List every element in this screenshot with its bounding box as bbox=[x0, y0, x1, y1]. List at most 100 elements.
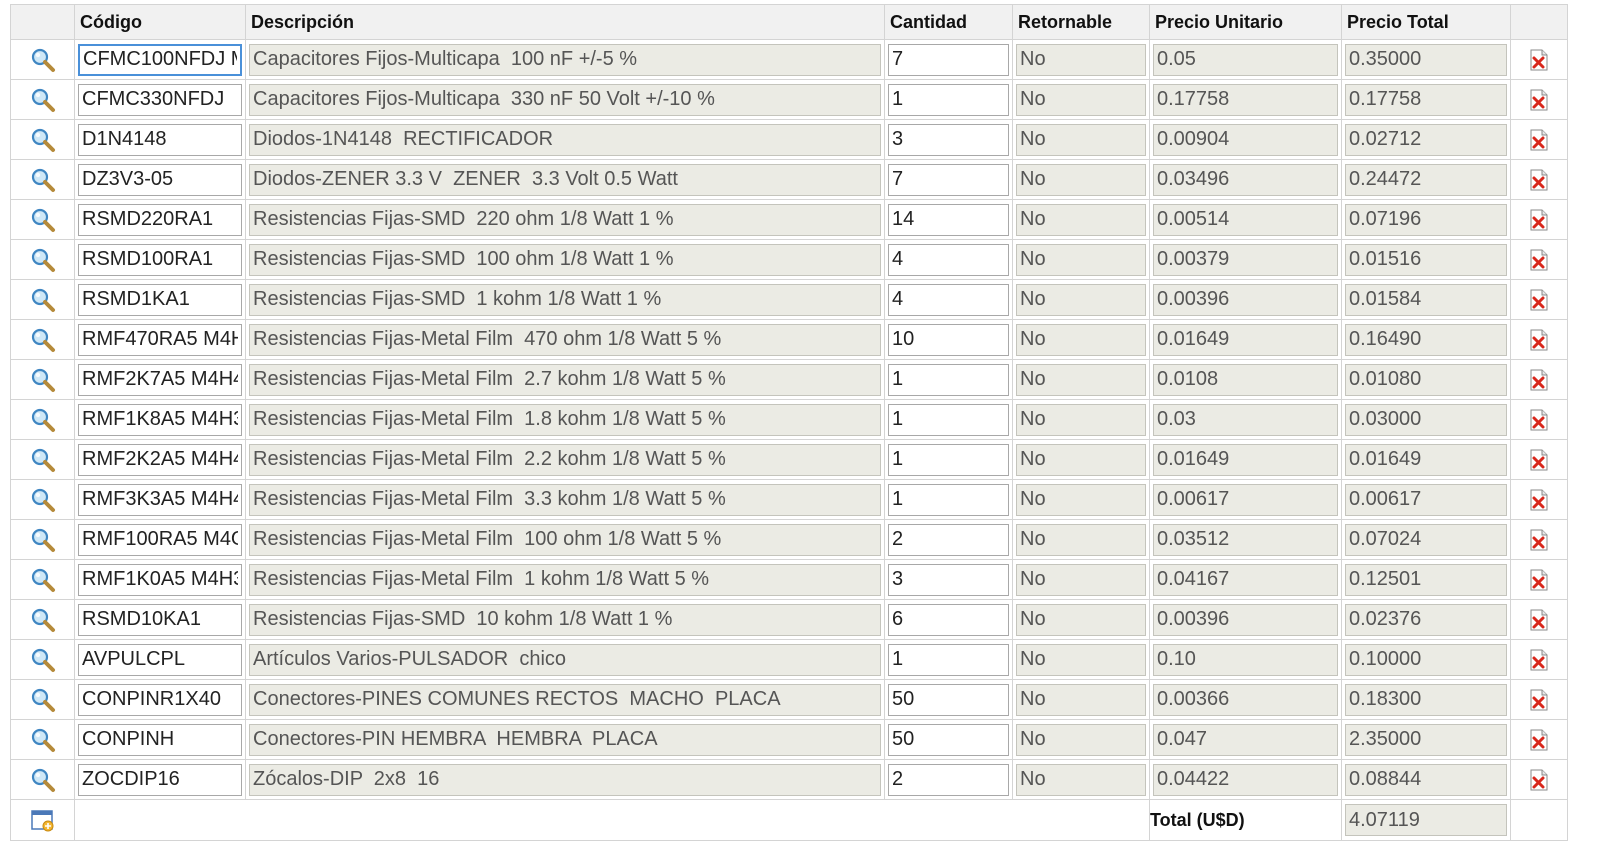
search-cell[interactable] bbox=[10, 439, 75, 480]
delete-cell[interactable] bbox=[1510, 719, 1568, 760]
delete-cell[interactable] bbox=[1510, 159, 1568, 200]
cantidad-input[interactable] bbox=[888, 123, 1009, 156]
delete-icon[interactable] bbox=[1529, 769, 1549, 791]
search-cell[interactable] bbox=[10, 759, 75, 800]
search-icon[interactable] bbox=[30, 687, 56, 713]
delete-icon[interactable] bbox=[1529, 569, 1549, 591]
delete-icon[interactable] bbox=[1529, 409, 1549, 431]
search-cell[interactable] bbox=[10, 239, 75, 280]
cantidad-input[interactable] bbox=[888, 563, 1009, 596]
search-icon[interactable] bbox=[30, 407, 56, 433]
delete-cell[interactable] bbox=[1510, 639, 1568, 680]
search-icon[interactable] bbox=[30, 367, 56, 393]
search-cell[interactable] bbox=[10, 719, 75, 760]
cantidad-input[interactable] bbox=[888, 83, 1009, 116]
cantidad-input[interactable] bbox=[888, 243, 1009, 276]
search-cell[interactable] bbox=[10, 279, 75, 320]
search-icon[interactable] bbox=[30, 567, 56, 593]
codigo-input[interactable] bbox=[78, 403, 242, 436]
search-cell[interactable] bbox=[10, 559, 75, 600]
cantidad-input[interactable] bbox=[888, 643, 1009, 676]
delete-cell[interactable] bbox=[1510, 399, 1568, 440]
cantidad-input[interactable] bbox=[888, 43, 1009, 76]
codigo-input[interactable] bbox=[78, 563, 242, 596]
search-cell[interactable] bbox=[10, 479, 75, 520]
search-icon[interactable] bbox=[30, 727, 56, 753]
delete-cell[interactable] bbox=[1510, 79, 1568, 120]
delete-cell[interactable] bbox=[1510, 519, 1568, 560]
delete-cell[interactable] bbox=[1510, 39, 1568, 80]
delete-icon[interactable] bbox=[1529, 489, 1549, 511]
cantidad-input[interactable] bbox=[888, 603, 1009, 636]
delete-cell[interactable] bbox=[1510, 479, 1568, 520]
search-cell[interactable] bbox=[10, 639, 75, 680]
delete-cell[interactable] bbox=[1510, 119, 1568, 160]
cantidad-input[interactable] bbox=[888, 523, 1009, 556]
search-icon[interactable] bbox=[30, 647, 56, 673]
codigo-input[interactable] bbox=[78, 763, 242, 796]
delete-cell[interactable] bbox=[1510, 199, 1568, 240]
delete-icon[interactable] bbox=[1529, 169, 1549, 191]
delete-cell[interactable] bbox=[1510, 679, 1568, 720]
search-icon[interactable] bbox=[30, 247, 56, 273]
search-cell[interactable] bbox=[10, 199, 75, 240]
cantidad-input[interactable] bbox=[888, 403, 1009, 436]
delete-icon[interactable] bbox=[1529, 89, 1549, 111]
delete-icon[interactable] bbox=[1529, 449, 1549, 471]
delete-cell[interactable] bbox=[1510, 599, 1568, 640]
search-cell[interactable] bbox=[10, 319, 75, 360]
delete-cell[interactable] bbox=[1510, 239, 1568, 280]
footer-icon-cell[interactable] bbox=[10, 799, 75, 841]
cantidad-input[interactable] bbox=[888, 283, 1009, 316]
codigo-input[interactable] bbox=[78, 283, 242, 316]
search-cell[interactable] bbox=[10, 39, 75, 80]
search-cell[interactable] bbox=[10, 399, 75, 440]
search-icon[interactable] bbox=[30, 127, 56, 153]
delete-icon[interactable] bbox=[1529, 369, 1549, 391]
codigo-input[interactable] bbox=[78, 163, 242, 196]
delete-icon[interactable] bbox=[1529, 529, 1549, 551]
search-icon[interactable] bbox=[30, 607, 56, 633]
delete-icon[interactable] bbox=[1529, 129, 1549, 151]
delete-cell[interactable] bbox=[1510, 359, 1568, 400]
search-icon[interactable] bbox=[30, 287, 56, 313]
cantidad-input[interactable] bbox=[888, 203, 1009, 236]
codigo-input[interactable] bbox=[78, 243, 242, 276]
search-cell[interactable] bbox=[10, 599, 75, 640]
search-icon[interactable] bbox=[30, 527, 56, 553]
search-cell[interactable] bbox=[10, 119, 75, 160]
search-cell[interactable] bbox=[10, 359, 75, 400]
codigo-input[interactable] bbox=[78, 483, 242, 516]
delete-cell[interactable] bbox=[1510, 439, 1568, 480]
delete-icon[interactable] bbox=[1529, 729, 1549, 751]
cantidad-input[interactable] bbox=[888, 683, 1009, 716]
cantidad-input[interactable] bbox=[888, 763, 1009, 796]
search-icon[interactable] bbox=[30, 87, 56, 113]
search-icon[interactable] bbox=[30, 487, 56, 513]
search-cell[interactable] bbox=[10, 79, 75, 120]
delete-icon[interactable] bbox=[1529, 689, 1549, 711]
delete-cell[interactable] bbox=[1510, 559, 1568, 600]
delete-icon[interactable] bbox=[1529, 209, 1549, 231]
delete-cell[interactable] bbox=[1510, 759, 1568, 800]
delete-cell[interactable] bbox=[1510, 319, 1568, 360]
codigo-input[interactable] bbox=[78, 723, 242, 756]
codigo-input[interactable] bbox=[78, 683, 242, 716]
search-icon[interactable] bbox=[30, 767, 56, 793]
codigo-input[interactable] bbox=[78, 603, 242, 636]
codigo-input[interactable] bbox=[78, 523, 242, 556]
cantidad-input[interactable] bbox=[888, 443, 1009, 476]
search-cell[interactable] bbox=[10, 159, 75, 200]
codigo-input[interactable] bbox=[78, 363, 242, 396]
add-calendar-icon[interactable] bbox=[30, 808, 55, 832]
search-cell[interactable] bbox=[10, 679, 75, 720]
search-icon[interactable] bbox=[30, 167, 56, 193]
codigo-input[interactable] bbox=[78, 643, 242, 676]
codigo-input[interactable] bbox=[78, 443, 242, 476]
delete-icon[interactable] bbox=[1529, 609, 1549, 631]
delete-icon[interactable] bbox=[1529, 329, 1549, 351]
codigo-input[interactable] bbox=[78, 323, 242, 356]
cantidad-input[interactable] bbox=[888, 163, 1009, 196]
delete-icon[interactable] bbox=[1529, 49, 1549, 71]
search-icon[interactable] bbox=[30, 447, 56, 473]
